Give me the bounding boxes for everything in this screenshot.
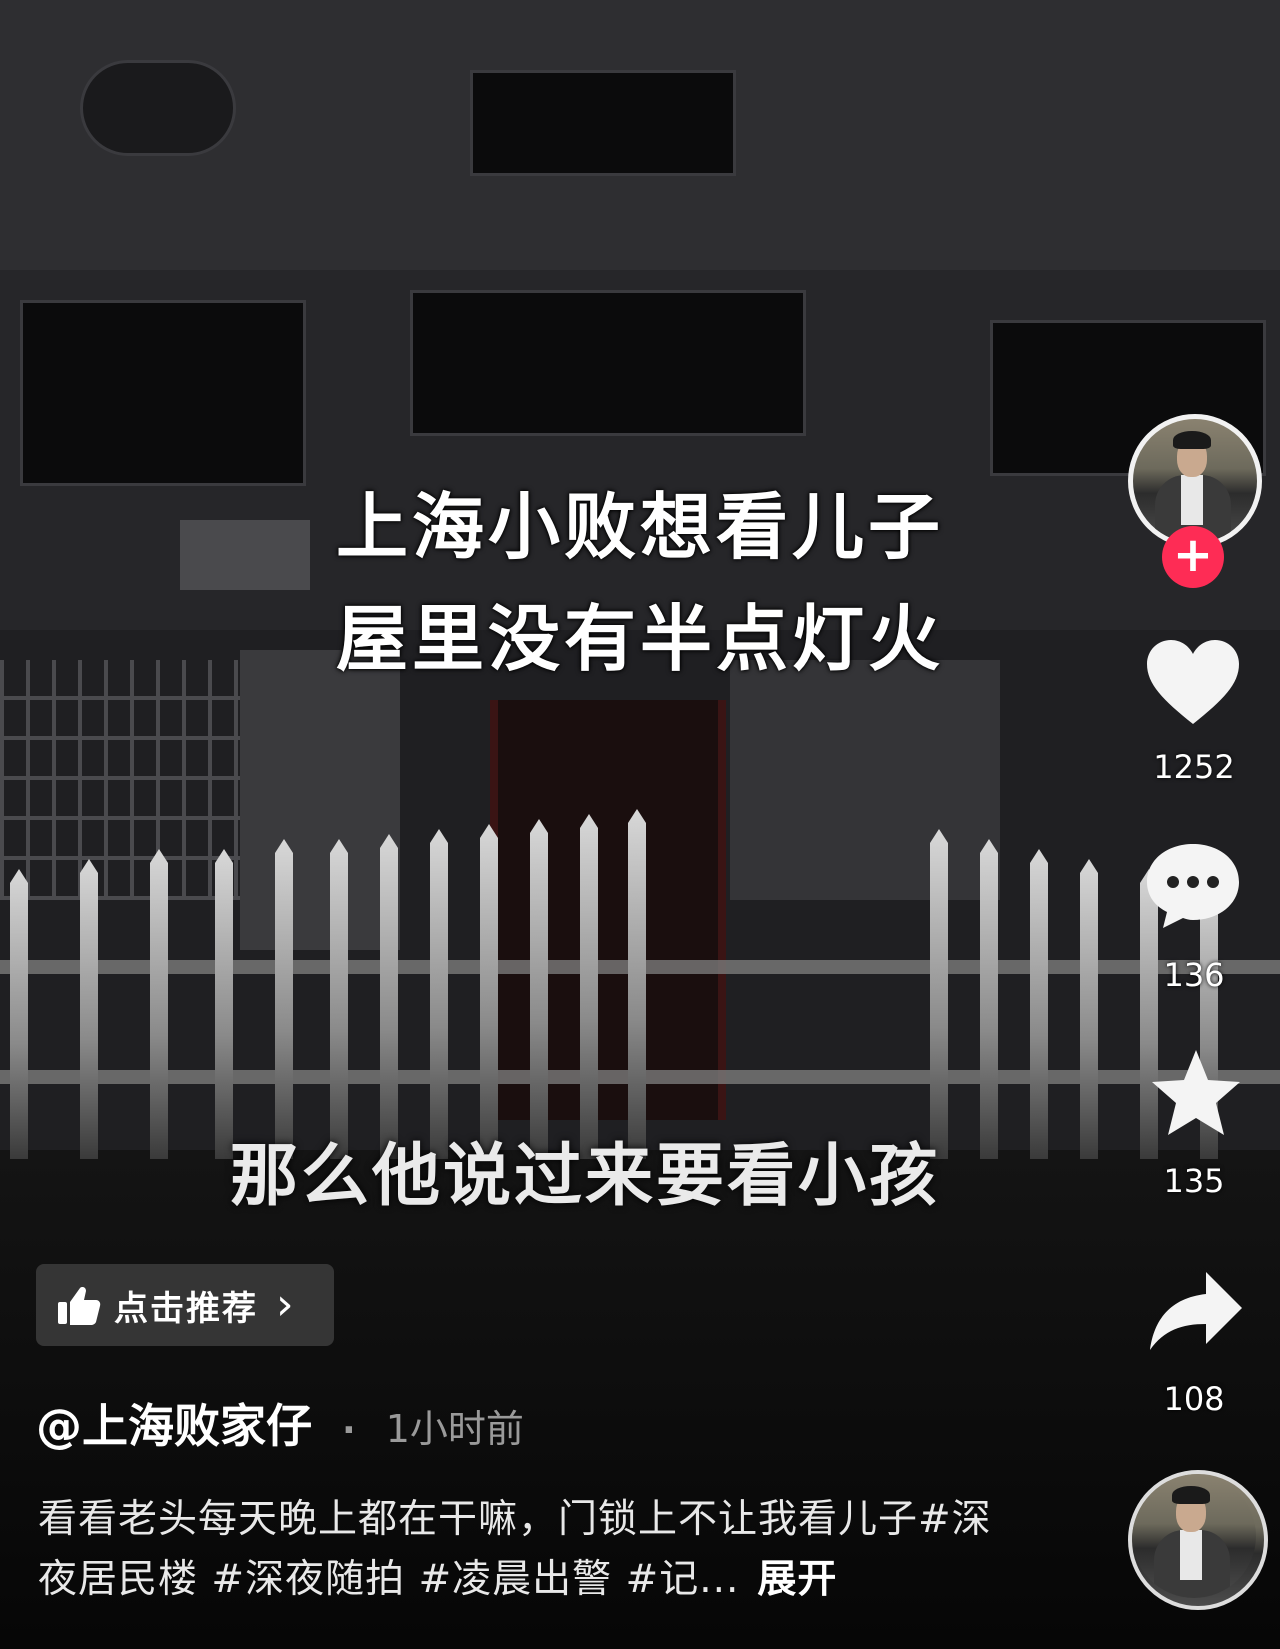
plus-icon: + [1172,527,1214,583]
recommend-button[interactable]: 点击推荐 › [36,1264,334,1346]
share-icon[interactable] [1146,1268,1246,1358]
star-icon[interactable] [1146,1048,1246,1138]
video-caption-line-1: 上海小败想看儿子 [335,485,944,569]
recommend-label: 点击推荐 [114,1288,258,1329]
chevron-right-icon: › [276,1279,294,1330]
music-disc-avatar [1132,1474,1256,1598]
thumbs-up-icon [58,1287,101,1325]
comment-count: 136 [1163,956,1225,994]
expand-button[interactable]: 展开 [757,1557,837,1602]
favorite-count: 135 [1163,1162,1225,1200]
video-screen[interactable]: 上海小败想看儿子 屋里没有半点灯火 那么他说过来要看小孩 + 1252 136 … [0,0,1280,1649]
heart-icon[interactable] [1143,638,1243,728]
author-line: @上海败家仔 · 1小时前 [36,1390,524,1456]
share-count: 108 [1163,1380,1225,1418]
post-description: 看看老头每天晚上都在干嘛，门锁上不让我看儿子#深夜居民楼 #深夜随拍 #凌晨出警… [38,1490,998,1610]
follow-button[interactable]: + [1162,526,1224,588]
music-disc[interactable] [1128,1470,1268,1610]
like-count: 1252 [1153,748,1235,786]
post-time: 1小时前 [385,1407,524,1451]
comment-icon[interactable] [1143,840,1243,930]
video-subtitle: 那么他说过来要看小孩 [230,1137,941,1216]
video-caption-line-2: 屋里没有半点灯火 [335,597,944,681]
description-text: 看看老头每天晚上都在干嘛，门锁上不让我看儿子#深夜居民楼 #深夜随拍 #凌晨出警… [38,1497,992,1602]
separator-dot: · [342,1410,356,1451]
author-name[interactable]: @上海败家仔 [36,1399,312,1453]
